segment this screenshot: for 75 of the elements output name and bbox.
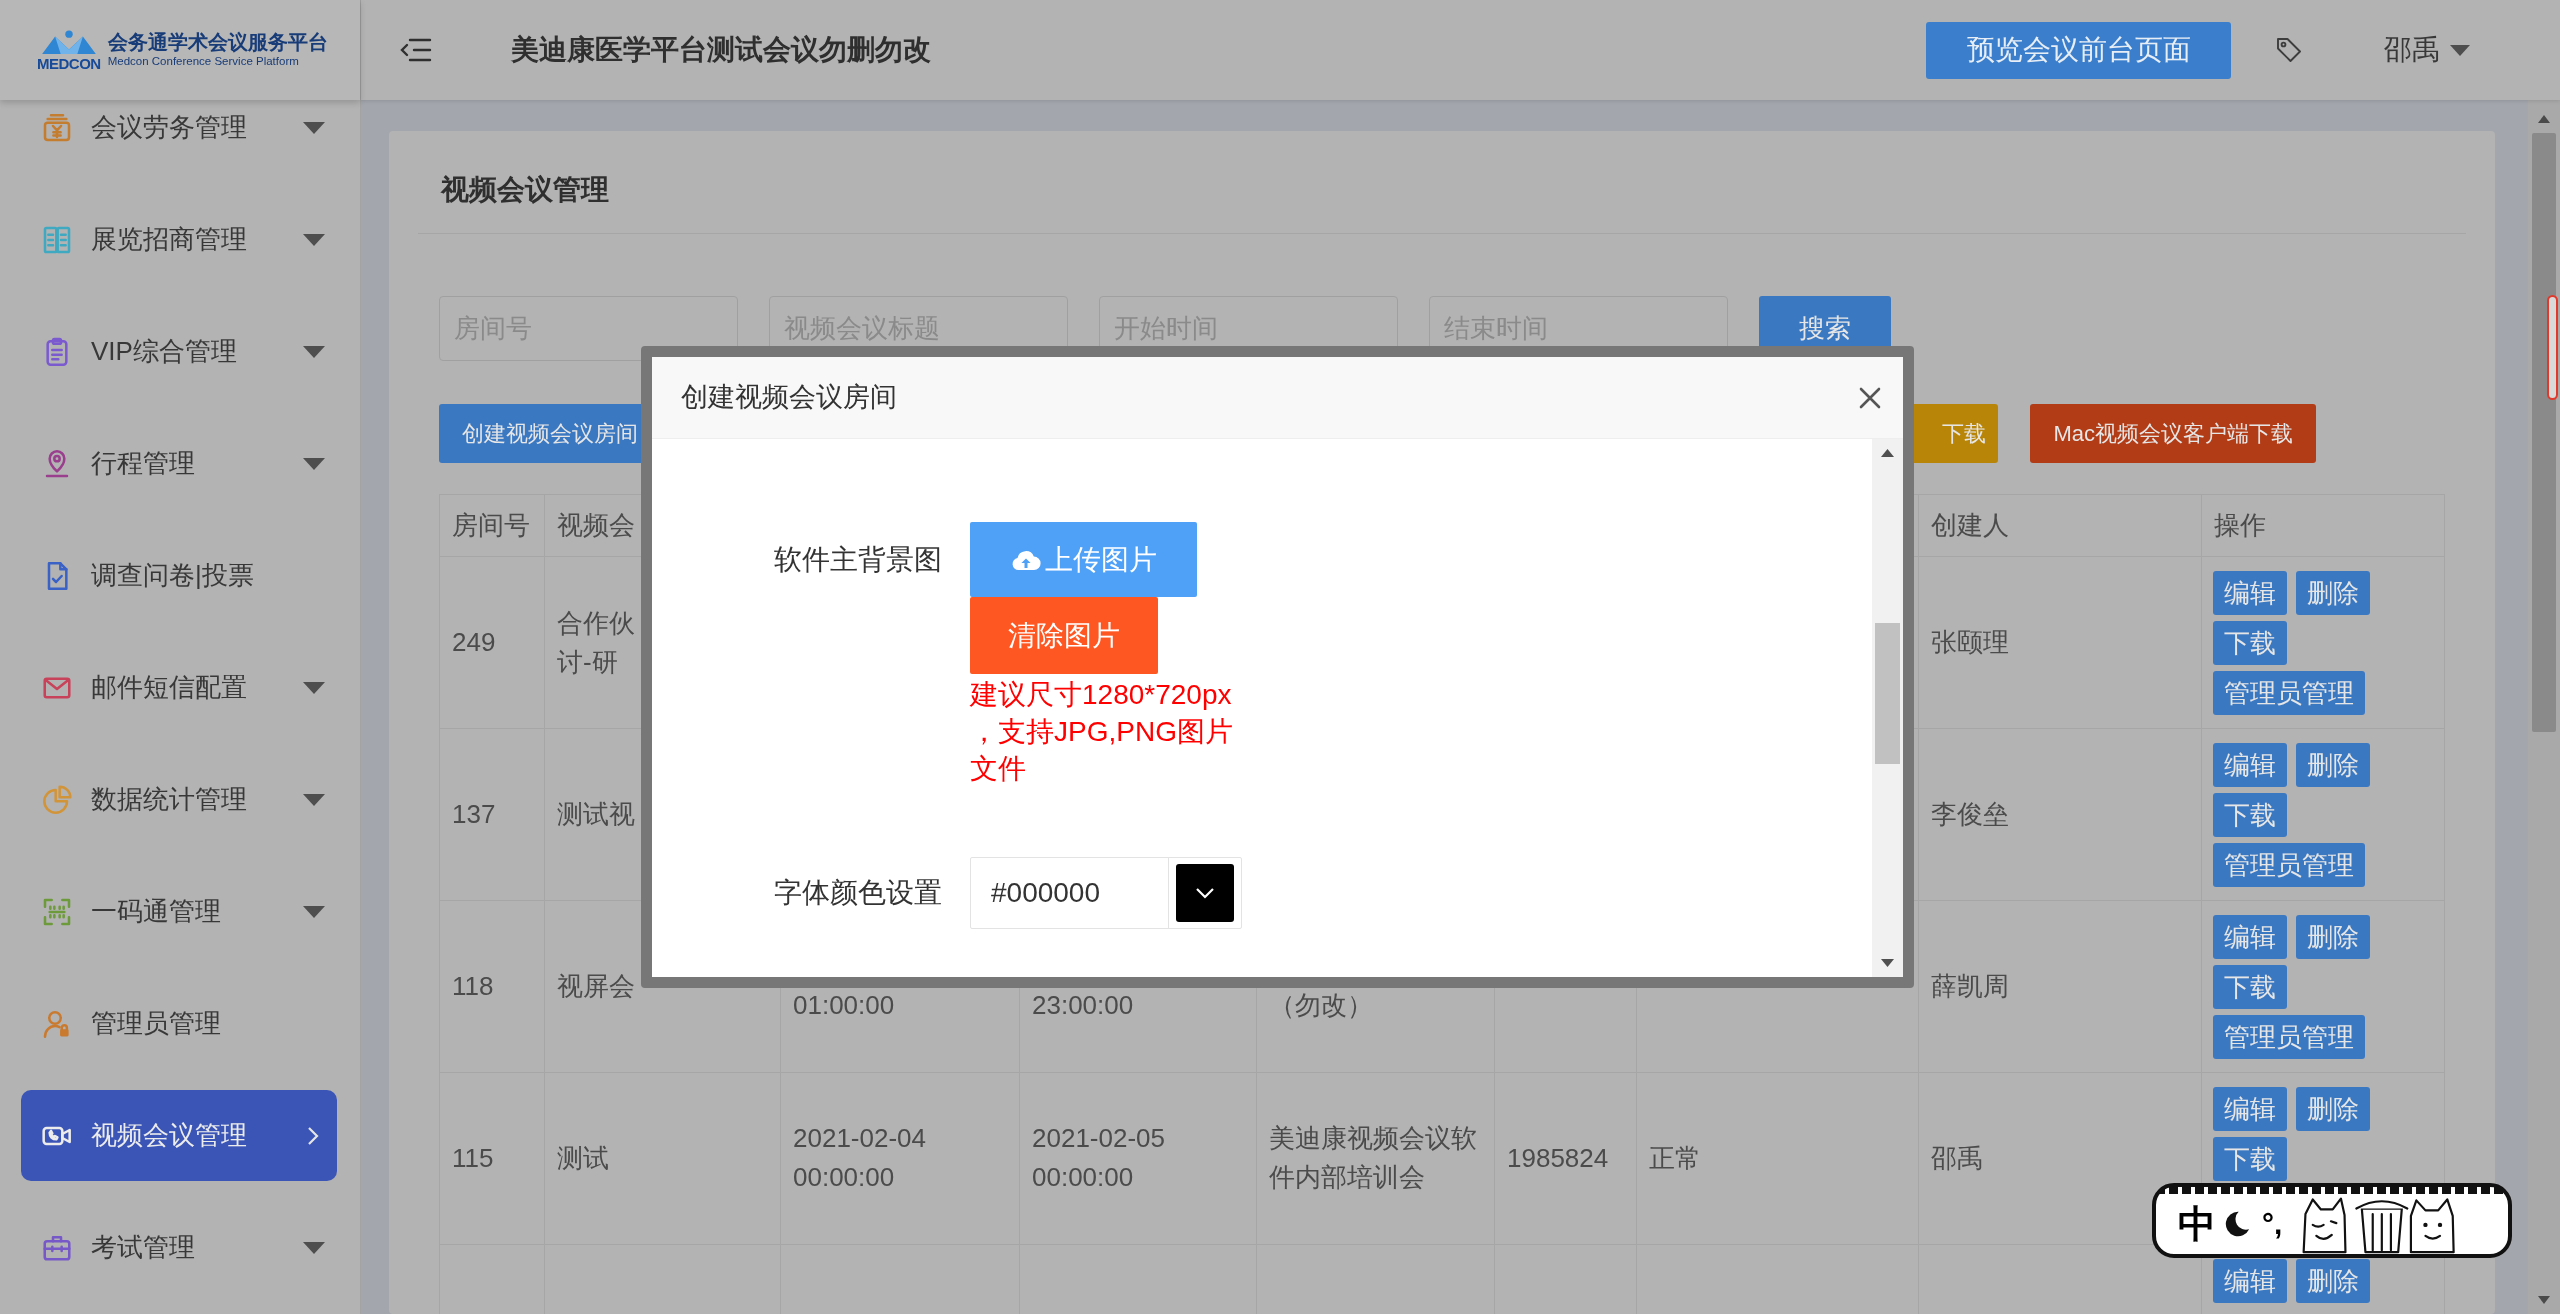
download-button[interactable]: 下载 bbox=[2213, 1137, 2287, 1181]
input-mode-label[interactable]: 中 bbox=[2178, 1205, 2216, 1243]
download-button[interactable]: 下载 bbox=[2213, 965, 2287, 1009]
table-cell: 249 bbox=[439, 556, 545, 729]
sidebar-item[interactable]: VIP综合管理 bbox=[21, 306, 337, 397]
punctuation-mode-label[interactable]: °, bbox=[2262, 1209, 2283, 1239]
logo-wordmark: MEDCON bbox=[37, 55, 101, 71]
tag-icon[interactable] bbox=[2276, 37, 2302, 63]
sidebar-item[interactable]: 视频会议管理 bbox=[21, 1090, 337, 1181]
delete-button[interactable]: 删除 bbox=[2296, 1259, 2370, 1303]
table-cell: 1985824 bbox=[1494, 1072, 1637, 1245]
edit-button[interactable]: 编辑 bbox=[2213, 1087, 2287, 1131]
edit-button[interactable]: 编辑 bbox=[2213, 743, 2287, 787]
delete-button[interactable]: 删除 bbox=[2296, 743, 2370, 787]
download-button[interactable]: 下载 bbox=[2213, 621, 2287, 665]
delete-button[interactable]: 删除 bbox=[2296, 915, 2370, 959]
table-cell: 137 bbox=[439, 728, 545, 901]
sidebar-item[interactable]: 展览招商管理 bbox=[21, 194, 337, 285]
table-cell: 薛凯周 bbox=[1918, 900, 2202, 1073]
sidebar-item[interactable]: 一码通管理 bbox=[21, 866, 337, 957]
sidebar-item[interactable]: 数据统计管理 bbox=[21, 754, 337, 845]
platform-subtitle: Medcon Conference Service Platform bbox=[107, 54, 300, 69]
sidebar-item[interactable]: 行程管理 bbox=[21, 418, 337, 509]
table-cell: 115 bbox=[439, 1072, 545, 1245]
dialog-scrollbar[interactable] bbox=[1872, 439, 1903, 977]
table-cell: 美迪康视频会议软件内部培训会 bbox=[1256, 1072, 1495, 1245]
edit-button[interactable]: 编辑 bbox=[2213, 571, 2287, 615]
scroll-up-icon[interactable] bbox=[2538, 115, 2550, 123]
ime-toolbar[interactable]: 中 °, bbox=[2152, 1183, 2512, 1258]
sidebar-item[interactable]: 考试管理 bbox=[21, 1202, 337, 1293]
table-cell: 李俊垒 bbox=[1918, 728, 2202, 901]
table-cell: 测试 bbox=[544, 1072, 781, 1245]
column-header: 操作 bbox=[2201, 494, 2445, 557]
preview-button[interactable]: 预览会议前台页面 bbox=[1926, 21, 2231, 79]
section-title: 视频会议管理 bbox=[441, 173, 609, 207]
sidebar-item[interactable]: 会议劳务管理 bbox=[21, 100, 337, 173]
column-header: 创建人 bbox=[1918, 494, 2202, 557]
edit-button[interactable]: 编辑 bbox=[2213, 915, 2287, 959]
scroll-down-icon[interactable] bbox=[1881, 959, 1894, 967]
sidebar-item[interactable]: 邮件短信配置 bbox=[21, 642, 337, 733]
sidebar-item[interactable]: 调查问卷|投票 bbox=[21, 530, 337, 621]
chevron-down-icon bbox=[1195, 887, 1216, 899]
scroll-up-icon[interactable] bbox=[1881, 449, 1894, 457]
table-cell: 2021-02-04 00:00:00 bbox=[780, 1072, 1020, 1245]
delete-button[interactable]: 删除 bbox=[2296, 571, 2370, 615]
color-field[interactable]: #000000 bbox=[970, 857, 1242, 929]
scroll-down-icon[interactable] bbox=[2538, 1296, 2550, 1304]
user-menu[interactable]: 邵禹 bbox=[2384, 29, 2470, 71]
clear-button[interactable]: 清除图片 bbox=[970, 597, 1158, 674]
size-hint: 建议尺寸1280*720px，支持JPG,PNG图片文件 bbox=[970, 678, 1234, 786]
sidebar-item[interactable]: 管理员管理 bbox=[21, 978, 337, 1069]
page-scrollbar[interactable] bbox=[2528, 100, 2560, 1314]
scrollbar-thumb[interactable] bbox=[2532, 133, 2556, 732]
table-cell: 2021-02-05 00:00:00 bbox=[1019, 1072, 1257, 1245]
client-download-button[interactable]: Mac视频会议客户端下载 bbox=[2030, 404, 2316, 463]
upload-button[interactable]: 上传图片 bbox=[970, 522, 1197, 597]
admin-manage-button[interactable]: 管理员管理 bbox=[2213, 1015, 2365, 1059]
dialog-title: 创建视频会议房间 bbox=[681, 381, 897, 415]
table-cell: 正常 bbox=[1636, 1072, 1919, 1245]
delete-button[interactable]: 删除 bbox=[2296, 1087, 2370, 1131]
color-swatch[interactable] bbox=[1176, 864, 1235, 922]
table-cell: 118 bbox=[439, 900, 545, 1073]
table-cell: 张颐理 bbox=[1918, 556, 2202, 729]
mountain-logo-icon bbox=[40, 29, 97, 55]
platform-name: 会务通学术会议服务平台 bbox=[107, 31, 328, 55]
edit-button[interactable]: 编辑 bbox=[2213, 1259, 2287, 1303]
close-icon[interactable] bbox=[1859, 386, 1881, 409]
admin-manage-button[interactable]: 管理员管理 bbox=[2213, 671, 2365, 715]
menu-icon[interactable] bbox=[400, 37, 432, 63]
download-button[interactable]: 下载 bbox=[2213, 793, 2287, 837]
column-header: 房间号 bbox=[439, 494, 545, 557]
page-title: 美迪康医学平台测试会议勿删勿改 bbox=[511, 33, 931, 67]
caret-down-icon bbox=[2450, 44, 2470, 56]
scrollbar-thumb[interactable] bbox=[1875, 623, 1900, 764]
admin-manage-button[interactable]: 管理员管理 bbox=[2213, 843, 2365, 887]
